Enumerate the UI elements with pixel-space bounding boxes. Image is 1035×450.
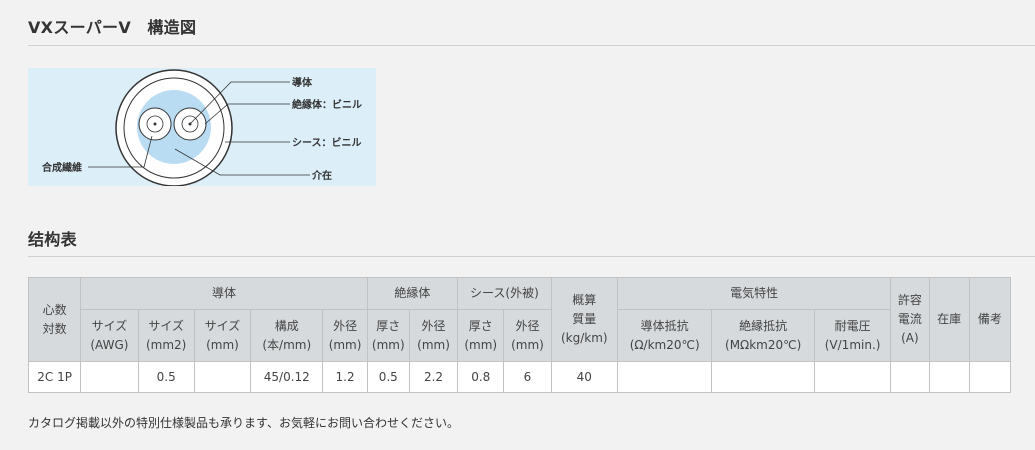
cell-current — [890, 361, 930, 393]
cable-structure-diagram: 導体 絶縁体：ビニル シース：ビニル 介在 合成繊維 — [28, 68, 376, 186]
cell-sheath-thickness: 0.8 — [457, 361, 505, 393]
col-weight: 概算 質量 (kg/km) — [550, 277, 618, 362]
conductor-left-dot — [153, 122, 157, 126]
section-divider — [28, 256, 1035, 257]
cell-size-awg — [80, 361, 139, 393]
cell-weight: 40 — [550, 361, 618, 393]
group-conductor: 導体 — [80, 277, 368, 310]
label-insulation: 絶縁体：ビニル — [292, 98, 362, 111]
cell-insulation-resistance — [711, 361, 815, 393]
table-row: 2C 1P 0.5 45/0.12 1.2 0.5 2.2 0.8 6 40 — [27, 361, 1012, 393]
label-sheath: シース：ビニル — [292, 136, 362, 149]
cell-conductor-od: 1.2 — [322, 361, 368, 393]
section-divider — [28, 45, 1035, 46]
cell-composition: 45/0.12 — [250, 361, 324, 393]
col-size-awg: サイズ (AWG) — [80, 309, 139, 362]
col-insulation-thickness: 厚さ (mm) — [366, 309, 410, 362]
group-sheath: シース(外被) — [457, 277, 552, 310]
cell-stock — [928, 361, 970, 393]
col-current: 許容 電流 (A) — [890, 277, 930, 362]
group-insulation: 絶縁体 — [366, 277, 459, 310]
label-filler: 介在 — [311, 169, 332, 182]
col-conductor-resistance: 導体抵抗 (Ω/km20℃) — [616, 309, 713, 362]
col-insulation-resistance: 絶縁抵抗 (MΩkm20℃) — [711, 309, 815, 362]
col-cores: 心数 対数 — [27, 277, 82, 362]
label-conductor: 導体 — [292, 76, 313, 89]
cell-cores: 2C 1P — [27, 361, 82, 393]
col-size-mm: サイズ (mm) — [193, 309, 252, 362]
table-section-title: 结构表 — [28, 230, 77, 249]
label-synthetic-fiber: 合成繊維 — [41, 161, 82, 174]
cell-insulation-thickness: 0.5 — [366, 361, 410, 393]
group-electrical: 電気特性 — [616, 277, 892, 310]
col-withstand-voltage: 耐電圧 (V/1min.) — [813, 309, 892, 362]
structure-table: 心数 対数 導体 絶縁体 シース(外被) 概算 質量 (kg/km) 電気特性 … — [27, 277, 1012, 393]
col-sheath-thickness: 厚さ (mm) — [457, 309, 505, 362]
cell-remarks — [968, 361, 1012, 393]
col-remarks: 備考 — [968, 277, 1012, 362]
cell-size-mm2: 0.5 — [137, 361, 195, 393]
col-stock: 在庫 — [928, 277, 970, 362]
cell-insulation-od: 2.2 — [408, 361, 459, 393]
cell-withstand-voltage — [813, 361, 892, 393]
col-size-mm2: サイズ (mm2) — [137, 309, 195, 362]
cell-size-mm — [193, 361, 252, 393]
col-insulation-od: 外径 (mm) — [408, 309, 459, 362]
cell-sheath-od: 6 — [503, 361, 552, 393]
col-composition: 構成 (本/mm) — [250, 309, 324, 362]
col-conductor-od: 外径 (mm) — [322, 309, 368, 362]
cell-conductor-resistance — [616, 361, 713, 393]
diagram-section-title: VXスーパーV 構造図 — [28, 18, 197, 37]
col-sheath-od: 外径 (mm) — [503, 309, 552, 362]
footer-note: カタログ掲載以外の特別仕様製品も承ります、お気軽にお問い合わせください。 — [28, 416, 460, 430]
